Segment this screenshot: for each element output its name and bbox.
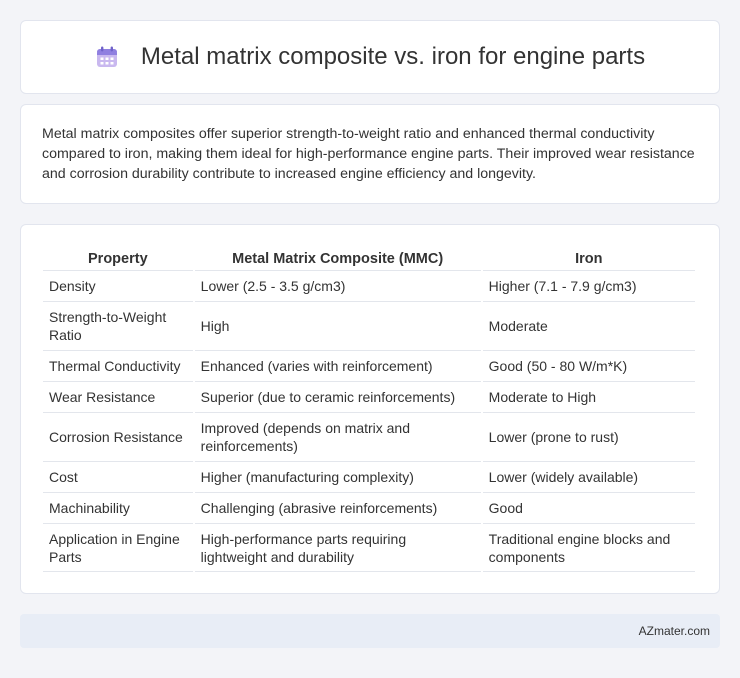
header-property: Property [88, 250, 148, 267]
cell-mmc: Higher (manufacturing complexity) [194, 461, 481, 492]
table-header-row: Property Metal Matrix Composite (MMC) Ir… [43, 247, 695, 270]
summary-text: Metal matrix composites offer superior s… [42, 126, 695, 182]
cell-property: Machinability [43, 492, 193, 523]
cell-property: Wear Resistance [43, 381, 193, 412]
table-row: Strength-to-Weight Ratio High Moderate [43, 301, 695, 350]
cell-property: Cost [43, 461, 193, 492]
footer: AZmater.com [20, 614, 720, 648]
title-card: Metal matrix composite vs. iron for engi… [20, 20, 720, 94]
cell-property: Application in Engine Parts [43, 523, 193, 572]
table-row: Cost Higher (manufacturing complexity) L… [43, 461, 695, 492]
cell-iron: Good (50 - 80 W/m*K) [482, 350, 695, 381]
header-iron: Iron [575, 250, 603, 267]
calendar-icon [95, 45, 119, 69]
cell-iron: Higher (7.1 - 7.9 g/cm3) [482, 270, 695, 301]
cell-property: Density [43, 270, 193, 301]
table-row: Application in Engine Parts High-perform… [43, 523, 695, 572]
cell-property: Strength-to-Weight Ratio [43, 301, 193, 350]
cell-iron: Moderate to High [482, 381, 695, 412]
cell-property: Corrosion Resistance [43, 412, 193, 461]
cell-mmc: Lower (2.5 - 3.5 g/cm3) [194, 270, 481, 301]
table-row: Thermal Conductivity Enhanced (varies wi… [43, 350, 695, 381]
comparison-table: Property Metal Matrix Composite (MMC) Ir… [41, 247, 697, 572]
cell-mmc: Improved (depends on matrix and reinforc… [194, 412, 481, 461]
cell-mmc: Challenging (abrasive reinforcements) [194, 492, 481, 523]
footer-brand[interactable]: AZmater.com [639, 624, 710, 638]
cell-mmc: High [194, 301, 481, 350]
summary-card: Metal matrix composites offer superior s… [20, 104, 720, 204]
table-row: Machinability Challenging (abrasive rein… [43, 492, 695, 523]
cell-mmc: Superior (due to ceramic reinforcements) [194, 381, 481, 412]
table-row: Density Lower (2.5 - 3.5 g/cm3) Higher (… [43, 270, 695, 301]
cell-iron: Moderate [482, 301, 695, 350]
cell-mmc: Enhanced (varies with reinforcement) [194, 350, 481, 381]
cell-mmc: High-performance parts requiring lightwe… [194, 523, 481, 572]
header-mmc: Metal Matrix Composite (MMC) [232, 250, 444, 267]
cell-iron: Lower (prone to rust) [482, 412, 695, 461]
cell-iron: Lower (widely available) [482, 461, 695, 492]
table-row: Wear Resistance Superior (due to ceramic… [43, 381, 695, 412]
cell-property: Thermal Conductivity [43, 350, 193, 381]
cell-iron: Traditional engine blocks and components [482, 523, 695, 572]
page-title: Metal matrix composite vs. iron for engi… [140, 43, 646, 70]
cell-iron: Good [482, 492, 695, 523]
table-row: Corrosion Resistance Improved (depends o… [43, 412, 695, 461]
comparison-table-card: Property Metal Matrix Composite (MMC) Ir… [20, 224, 720, 594]
